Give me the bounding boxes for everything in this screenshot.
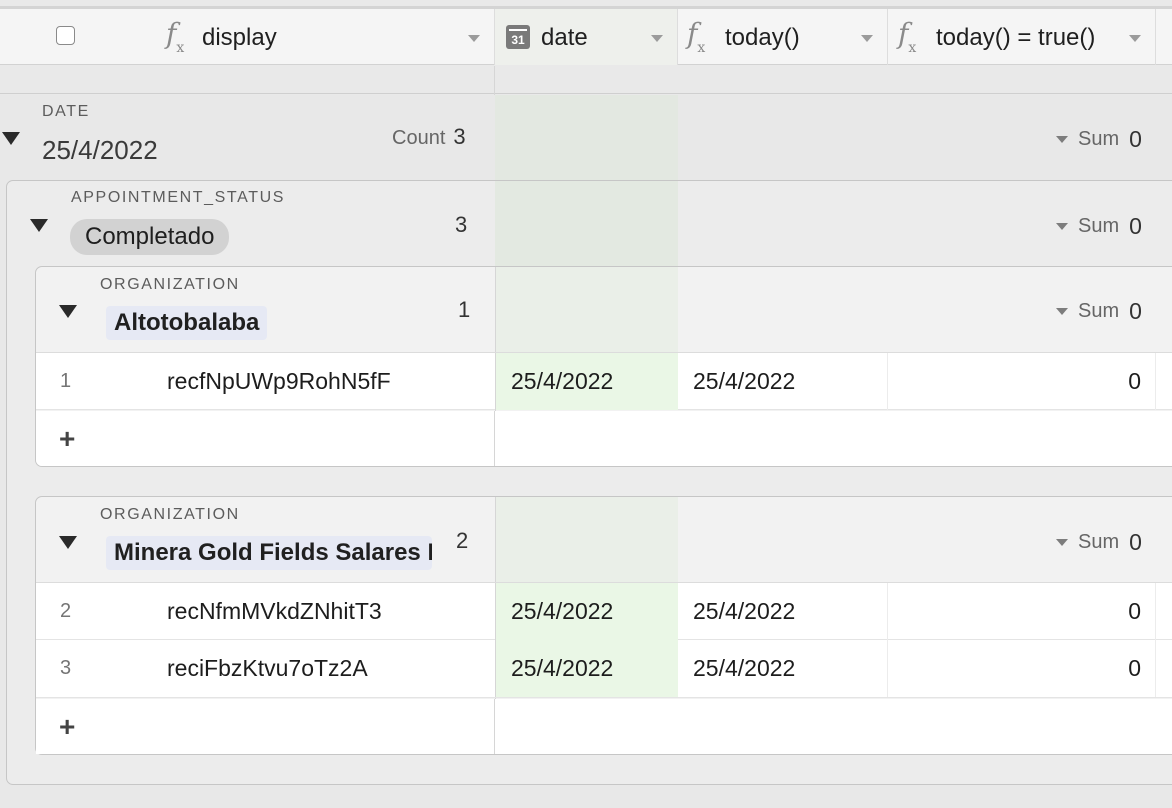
collapse-triangle-icon[interactable] <box>2 132 20 145</box>
formula-icon: fx <box>166 17 185 56</box>
count-value: 3 <box>453 124 466 149</box>
organization-pill: Altotobalaba <box>106 306 268 340</box>
chevron-down-icon[interactable] <box>468 35 480 42</box>
collapse-triangle-icon[interactable] <box>30 219 48 232</box>
count-label: Count <box>392 127 446 149</box>
date-cell[interactable]: 25/4/2022 <box>495 353 678 410</box>
summary-sum[interactable]: Sum 0 <box>1056 298 1142 325</box>
column-header-next[interactable] <box>1156 9 1172 65</box>
today-true-cell[interactable]: 0 <box>888 583 1156 640</box>
sum-value: 0 <box>1129 298 1142 324</box>
group-field-label: ORGANIZATION <box>100 276 240 293</box>
add-row[interactable]: + <box>36 411 1172 466</box>
plus-icon[interactable]: + <box>59 423 75 455</box>
chevron-down-icon[interactable] <box>1129 35 1141 42</box>
chevron-down-icon[interactable] <box>861 35 873 42</box>
row-index: 3 <box>60 657 72 679</box>
table-row[interactable]: 1 recfNpUWp9RohN5fF 25/4/2022 25/4/2022 … <box>36 352 1172 410</box>
group-count: Count 3 <box>392 124 466 150</box>
group-field-label: ORGANIZATION <box>100 506 240 523</box>
chevron-down-icon <box>1056 308 1068 315</box>
today-true-cell[interactable]: 0 <box>888 353 1156 410</box>
group-value: 25/4/2022 <box>42 135 158 165</box>
calendar-icon: 31 <box>506 25 530 49</box>
date-band <box>495 95 678 180</box>
date-cell[interactable]: 25/4/2022 <box>495 640 678 697</box>
header-spacer <box>0 66 1172 94</box>
today-cell[interactable]: 25/4/2022 <box>678 640 888 697</box>
column-header-label: today() <box>725 24 800 51</box>
chevron-down-icon <box>1056 223 1068 230</box>
column-header-date[interactable]: 31 date <box>495 9 678 65</box>
sum-label: Sum <box>1078 215 1120 237</box>
summary-sum[interactable]: Sum 0 <box>1056 213 1142 240</box>
sum-value: 0 <box>1129 126 1142 152</box>
column-header-label: date <box>541 24 588 51</box>
display-cell[interactable]: recNfmMVkdZNhitT3 <box>167 583 382 640</box>
display-cell[interactable]: recfNpUWp9RohN5fF <box>167 353 391 410</box>
group-count: 2 <box>456 528 469 553</box>
date-band <box>495 181 678 266</box>
sum-value: 0 <box>1129 213 1142 239</box>
today-true-cell[interactable]: 0 <box>888 640 1156 697</box>
organization-pill: Minera Gold Fields Salares Norte <box>106 536 432 570</box>
status-pill: Completado <box>70 219 230 255</box>
summary-sum[interactable]: Sum 0 <box>1056 126 1142 153</box>
primary-column-divider <box>494 699 495 754</box>
group-count: 1 <box>458 297 471 322</box>
chevron-down-icon <box>1056 539 1068 546</box>
column-header-today[interactable]: fx today() <box>678 9 888 65</box>
table-row[interactable]: 2 recNfmMVkdZNhitT3 25/4/2022 25/4/2022 … <box>36 582 1172 640</box>
primary-column-divider <box>494 411 495 466</box>
table-row[interactable]: 3 reciFbzKtvu7oTz2A 25/4/2022 25/4/2022 … <box>36 640 1172 698</box>
collapse-triangle-icon[interactable] <box>59 305 77 318</box>
date-band <box>495 497 678 583</box>
column-header-label: today() = true() <box>936 24 1096 51</box>
group-field-label: DATE <box>42 103 90 120</box>
chevron-down-icon[interactable] <box>651 35 663 42</box>
plus-icon[interactable]: + <box>59 711 75 743</box>
column-header-label: display <box>202 24 277 51</box>
sum-label: Sum <box>1078 300 1120 322</box>
summary-sum[interactable]: Sum 0 <box>1056 529 1142 556</box>
column-header-today-true[interactable]: fx today() = true() <box>888 9 1156 65</box>
chevron-down-icon <box>1056 136 1068 143</box>
display-cell[interactable]: reciFbzKtvu7oTz2A <box>167 640 368 697</box>
group-count: 3 <box>455 212 468 237</box>
column-header-row: fx display 31 date fx today() fx today()… <box>0 9 1172 65</box>
column-header-display[interactable]: fx display <box>0 9 495 65</box>
add-row[interactable]: + <box>36 699 1172 754</box>
date-cell[interactable]: 25/4/2022 <box>495 583 678 640</box>
formula-icon: fx <box>898 17 917 56</box>
collapse-triangle-icon[interactable] <box>59 536 77 549</box>
today-cell[interactable]: 25/4/2022 <box>678 353 888 410</box>
sum-label: Sum <box>1078 128 1120 150</box>
row-index: 2 <box>60 600 72 622</box>
today-cell[interactable]: 25/4/2022 <box>678 583 888 640</box>
sum-value: 0 <box>1129 529 1142 555</box>
date-band <box>495 267 678 353</box>
sum-label: Sum <box>1078 531 1120 553</box>
row-index: 1 <box>60 370 72 392</box>
group-field-label: APPOINTMENT_STATUS <box>71 189 286 206</box>
formula-icon: fx <box>687 17 706 56</box>
